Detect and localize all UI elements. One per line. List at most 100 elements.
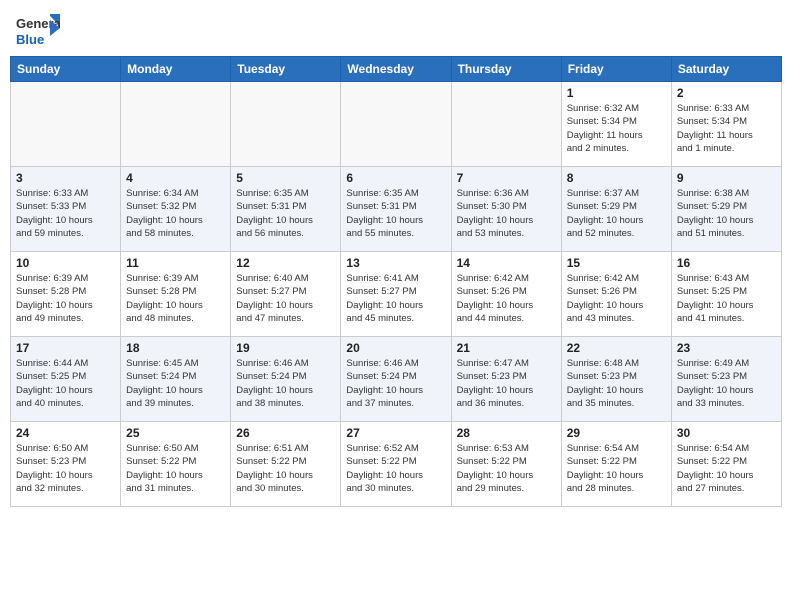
day-info: Sunrise: 6:33 AM Sunset: 5:33 PM Dayligh… bbox=[16, 187, 115, 240]
day-number: 26 bbox=[236, 426, 335, 440]
calendar-cell: 27Sunrise: 6:52 AM Sunset: 5:22 PM Dayli… bbox=[341, 422, 451, 507]
day-info: Sunrise: 6:46 AM Sunset: 5:24 PM Dayligh… bbox=[346, 357, 445, 410]
logo: GeneralBlue bbox=[14, 10, 60, 50]
day-number: 19 bbox=[236, 341, 335, 355]
day-number: 3 bbox=[16, 171, 115, 185]
day-number: 16 bbox=[677, 256, 776, 270]
day-number: 23 bbox=[677, 341, 776, 355]
day-number: 8 bbox=[567, 171, 666, 185]
calendar-cell: 19 Sunrise: 6:46 AM Sunset: 5:24 PM Dayli… bbox=[231, 337, 341, 422]
calendar-cell: 3 Sunrise: 6:33 AM Sunset: 5:33 PM Daylig… bbox=[11, 167, 121, 252]
calendar-cell: 8 Sunrise: 6:37 AM Sunset: 5:29 PM Daylig… bbox=[561, 167, 671, 252]
day-info: Sunrise: 6:46 AM Sunset: 5:24 PM Dayligh… bbox=[236, 357, 335, 410]
day-info: Sunrise: 6:38 AM Sunset: 5:29 PM Dayligh… bbox=[677, 187, 776, 240]
day-number: 5 bbox=[236, 171, 335, 185]
weekday-header-monday: Monday bbox=[121, 57, 231, 82]
day-info: Sunrise: 6:42 AM Sunset: 5:26 PM Dayligh… bbox=[567, 272, 666, 325]
calendar-cell: 5 Sunrise: 6:35 AM Sunset: 5:31 PM Daylig… bbox=[231, 167, 341, 252]
calendar-cell: 13 Sunrise: 6:41 AM Sunset: 5:27 PM Dayli… bbox=[341, 252, 451, 337]
day-info: Sunrise: 6:47 AM Sunset: 5:23 PM Dayligh… bbox=[457, 357, 556, 410]
day-number: 24 bbox=[16, 426, 115, 440]
day-info: Sunrise: 6:42 AM Sunset: 5:26 PM Dayligh… bbox=[457, 272, 556, 325]
day-number: 4 bbox=[126, 171, 225, 185]
svg-text:Blue: Blue bbox=[16, 32, 44, 47]
calendar-cell: 7Sunrise: 6:36 AM Sunset: 5:30 PM Daylig… bbox=[451, 167, 561, 252]
weekday-header-saturday: Saturday bbox=[671, 57, 781, 82]
page-header: GeneralBlue bbox=[10, 10, 782, 50]
weekday-header-sunday: Sunday bbox=[11, 57, 121, 82]
day-info: Sunrise: 6:35 AM Sunset: 5:31 PM Dayligh… bbox=[236, 187, 335, 240]
day-info: Sunrise: 6:32 AM Sunset: 5:34 PM Dayligh… bbox=[567, 102, 666, 155]
calendar-cell: 23 Sunrise: 6:49 AM Sunset: 5:23 PM Dayli… bbox=[671, 337, 781, 422]
calendar-cell: 16 Sunrise: 6:43 AM Sunset: 5:25 PM Dayli… bbox=[671, 252, 781, 337]
calendar-cell: 22 Sunrise: 6:48 AM Sunset: 5:23 PM Dayli… bbox=[561, 337, 671, 422]
logo-svg: GeneralBlue bbox=[14, 10, 60, 50]
calendar-cell: 24 Sunrise: 6:50 AM Sunset: 5:23 PM Dayli… bbox=[11, 422, 121, 507]
calendar-cell bbox=[451, 82, 561, 167]
day-number: 15 bbox=[567, 256, 666, 270]
day-info: Sunrise: 6:45 AM Sunset: 5:24 PM Dayligh… bbox=[126, 357, 225, 410]
day-number: 10 bbox=[16, 256, 115, 270]
day-info: Sunrise: 6:54 AM Sunset: 5:22 PM Dayligh… bbox=[677, 442, 776, 495]
calendar-cell: 26Sunrise: 6:51 AM Sunset: 5:22 PM Dayli… bbox=[231, 422, 341, 507]
day-info: Sunrise: 6:37 AM Sunset: 5:29 PM Dayligh… bbox=[567, 187, 666, 240]
calendar-cell: 28 Sunrise: 6:53 AM Sunset: 5:22 PM Dayli… bbox=[451, 422, 561, 507]
weekday-header-wednesday: Wednesday bbox=[341, 57, 451, 82]
day-number: 27 bbox=[346, 426, 445, 440]
weekday-header-thursday: Thursday bbox=[451, 57, 561, 82]
day-number: 20 bbox=[346, 341, 445, 355]
day-info: Sunrise: 6:35 AM Sunset: 5:31 PM Dayligh… bbox=[346, 187, 445, 240]
day-info: Sunrise: 6:36 AM Sunset: 5:30 PM Dayligh… bbox=[457, 187, 556, 240]
calendar-week-row: 1 Sunrise: 6:32 AM Sunset: 5:34 PM Daylig… bbox=[11, 82, 782, 167]
day-number: 14 bbox=[457, 256, 556, 270]
calendar-cell: 11 Sunrise: 6:39 AM Sunset: 5:28 PM Dayli… bbox=[121, 252, 231, 337]
calendar-cell: 4 Sunrise: 6:34 AM Sunset: 5:32 PM Daylig… bbox=[121, 167, 231, 252]
day-info: Sunrise: 6:33 AM Sunset: 5:34 PM Dayligh… bbox=[677, 102, 776, 155]
calendar-cell: 21 Sunrise: 6:47 AM Sunset: 5:23 PM Dayli… bbox=[451, 337, 561, 422]
calendar-cell: 6 Sunrise: 6:35 AM Sunset: 5:31 PM Daylig… bbox=[341, 167, 451, 252]
calendar-cell bbox=[121, 82, 231, 167]
calendar-cell: 12Sunrise: 6:40 AM Sunset: 5:27 PM Dayli… bbox=[231, 252, 341, 337]
calendar-week-row: 24 Sunrise: 6:50 AM Sunset: 5:23 PM Dayli… bbox=[11, 422, 782, 507]
day-number: 6 bbox=[346, 171, 445, 185]
calendar-cell: 25Sunrise: 6:50 AM Sunset: 5:22 PM Dayli… bbox=[121, 422, 231, 507]
calendar-week-row: 17Sunrise: 6:44 AM Sunset: 5:25 PM Dayli… bbox=[11, 337, 782, 422]
day-info: Sunrise: 6:41 AM Sunset: 5:27 PM Dayligh… bbox=[346, 272, 445, 325]
calendar-cell bbox=[341, 82, 451, 167]
day-info: Sunrise: 6:43 AM Sunset: 5:25 PM Dayligh… bbox=[677, 272, 776, 325]
day-info: Sunrise: 6:50 AM Sunset: 5:22 PM Dayligh… bbox=[126, 442, 225, 495]
weekday-header-friday: Friday bbox=[561, 57, 671, 82]
day-info: Sunrise: 6:50 AM Sunset: 5:23 PM Dayligh… bbox=[16, 442, 115, 495]
weekday-header-tuesday: Tuesday bbox=[231, 57, 341, 82]
calendar-cell: 1 Sunrise: 6:32 AM Sunset: 5:34 PM Daylig… bbox=[561, 82, 671, 167]
calendar-cell: 30 Sunrise: 6:54 AM Sunset: 5:22 PM Dayli… bbox=[671, 422, 781, 507]
day-number: 18 bbox=[126, 341, 225, 355]
day-info: Sunrise: 6:49 AM Sunset: 5:23 PM Dayligh… bbox=[677, 357, 776, 410]
calendar-cell: 18 Sunrise: 6:45 AM Sunset: 5:24 PM Dayli… bbox=[121, 337, 231, 422]
calendar-cell: 20 Sunrise: 6:46 AM Sunset: 5:24 PM Dayli… bbox=[341, 337, 451, 422]
day-number: 17 bbox=[16, 341, 115, 355]
day-info: Sunrise: 6:39 AM Sunset: 5:28 PM Dayligh… bbox=[16, 272, 115, 325]
day-info: Sunrise: 6:48 AM Sunset: 5:23 PM Dayligh… bbox=[567, 357, 666, 410]
day-number: 21 bbox=[457, 341, 556, 355]
day-number: 2 bbox=[677, 86, 776, 100]
day-number: 1 bbox=[567, 86, 666, 100]
day-info: Sunrise: 6:34 AM Sunset: 5:32 PM Dayligh… bbox=[126, 187, 225, 240]
calendar-week-row: 10 Sunrise: 6:39 AM Sunset: 5:28 PM Dayli… bbox=[11, 252, 782, 337]
day-number: 28 bbox=[457, 426, 556, 440]
day-number: 13 bbox=[346, 256, 445, 270]
calendar-week-row: 3 Sunrise: 6:33 AM Sunset: 5:33 PM Daylig… bbox=[11, 167, 782, 252]
calendar-cell: 2 Sunrise: 6:33 AM Sunset: 5:34 PM Daylig… bbox=[671, 82, 781, 167]
day-info: Sunrise: 6:39 AM Sunset: 5:28 PM Dayligh… bbox=[126, 272, 225, 325]
calendar-cell bbox=[11, 82, 121, 167]
calendar-cell bbox=[231, 82, 341, 167]
day-number: 22 bbox=[567, 341, 666, 355]
calendar-cell: 9Sunrise: 6:38 AM Sunset: 5:29 PM Daylig… bbox=[671, 167, 781, 252]
day-info: Sunrise: 6:53 AM Sunset: 5:22 PM Dayligh… bbox=[457, 442, 556, 495]
day-number: 11 bbox=[126, 256, 225, 270]
weekday-header-row: SundayMondayTuesdayWednesdayThursdayFrid… bbox=[11, 57, 782, 82]
calendar-cell: 15 Sunrise: 6:42 AM Sunset: 5:26 PM Dayli… bbox=[561, 252, 671, 337]
day-number: 30 bbox=[677, 426, 776, 440]
calendar-cell: 29Sunrise: 6:54 AM Sunset: 5:22 PM Dayli… bbox=[561, 422, 671, 507]
day-number: 29 bbox=[567, 426, 666, 440]
